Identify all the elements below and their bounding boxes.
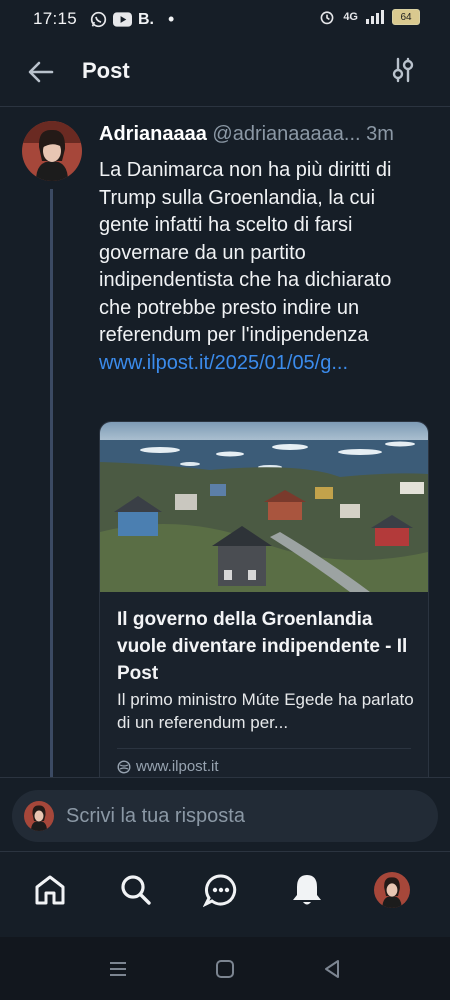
tab-profile[interactable] bbox=[372, 870, 412, 910]
post-text-content: La Danimarca non ha più diritti di Trump… bbox=[99, 159, 392, 346]
author-handle[interactable]: @adrianaaaaa... bbox=[212, 123, 360, 145]
youtube-icon bbox=[113, 12, 132, 27]
top-app-bar: Post bbox=[0, 38, 450, 107]
thread-settings-button[interactable] bbox=[389, 56, 417, 84]
search-icon bbox=[121, 875, 151, 905]
my-avatar bbox=[24, 801, 54, 831]
tab-chat[interactable] bbox=[201, 870, 241, 910]
square-icon bbox=[216, 960, 234, 978]
menu-icon bbox=[110, 962, 126, 976]
author-name[interactable]: Adrianaaaa bbox=[99, 123, 207, 145]
bottom-tab-bar bbox=[0, 851, 450, 938]
nav-recents-button[interactable] bbox=[106, 957, 130, 981]
tab-search[interactable] bbox=[116, 870, 156, 910]
whatsapp-icon bbox=[90, 11, 107, 28]
sliders-icon bbox=[392, 57, 414, 83]
status-bar: 17:15 B. • 4G 64 bbox=[0, 0, 450, 38]
link-preview-description: Il primo ministro Múte Egede ha parlato … bbox=[117, 690, 414, 732]
nav-back-button[interactable] bbox=[320, 957, 344, 981]
arrow-left-icon bbox=[28, 61, 54, 83]
post: Adrianaaaa @adrianaaaaa... 3m La Danimar… bbox=[0, 107, 450, 777]
bell-icon bbox=[293, 875, 321, 905]
network-type: 4G bbox=[343, 11, 358, 23]
link-preview-image bbox=[100, 422, 428, 592]
post-author-row: Adrianaaaa @adrianaaaaa... 3m bbox=[99, 123, 430, 146]
tab-home[interactable] bbox=[30, 870, 70, 910]
battery-indicator: 64 bbox=[392, 9, 420, 25]
back-button[interactable] bbox=[25, 56, 57, 88]
card-divider bbox=[117, 748, 411, 749]
home-icon bbox=[35, 875, 65, 905]
alarm-icon bbox=[320, 11, 334, 25]
page-title: Post bbox=[82, 58, 130, 83]
link-preview-title: Il governo della Groenlandia vuole diven… bbox=[117, 609, 408, 684]
reply-input[interactable]: Scrivi la tua risposta bbox=[12, 790, 438, 842]
link-preview-domain: www.ilpost.it bbox=[117, 758, 219, 775]
post-link[interactable]: www.ilpost.it/2025/01/05/g... bbox=[99, 352, 348, 374]
dot-icon: • bbox=[168, 9, 175, 29]
triangle-back-icon bbox=[325, 960, 339, 978]
thread-line bbox=[50, 189, 53, 777]
globe-icon bbox=[117, 759, 131, 774]
reply-placeholder: Scrivi la tua risposta bbox=[66, 805, 245, 827]
link-preview-card[interactable]: Il governo della Groenlandia vuole diven… bbox=[99, 421, 429, 777]
tab-notifications[interactable] bbox=[287, 870, 327, 910]
post-timestamp: 3m bbox=[366, 123, 394, 145]
nav-home-button[interactable] bbox=[213, 957, 237, 981]
link-preview-domain-text: www.ilpost.it bbox=[136, 758, 219, 775]
post-text: La Danimarca non ha più diritti di Trump… bbox=[99, 157, 429, 377]
signal-icon bbox=[366, 10, 384, 24]
chat-icon bbox=[203, 874, 237, 908]
author-avatar[interactable] bbox=[22, 121, 82, 181]
reply-composer: Scrivi la tua risposta bbox=[0, 777, 450, 852]
system-navigation-bar bbox=[0, 937, 450, 1000]
status-time: 17:15 bbox=[33, 9, 78, 28]
carrier-badge: B. bbox=[138, 10, 154, 28]
profile-avatar bbox=[374, 872, 410, 908]
